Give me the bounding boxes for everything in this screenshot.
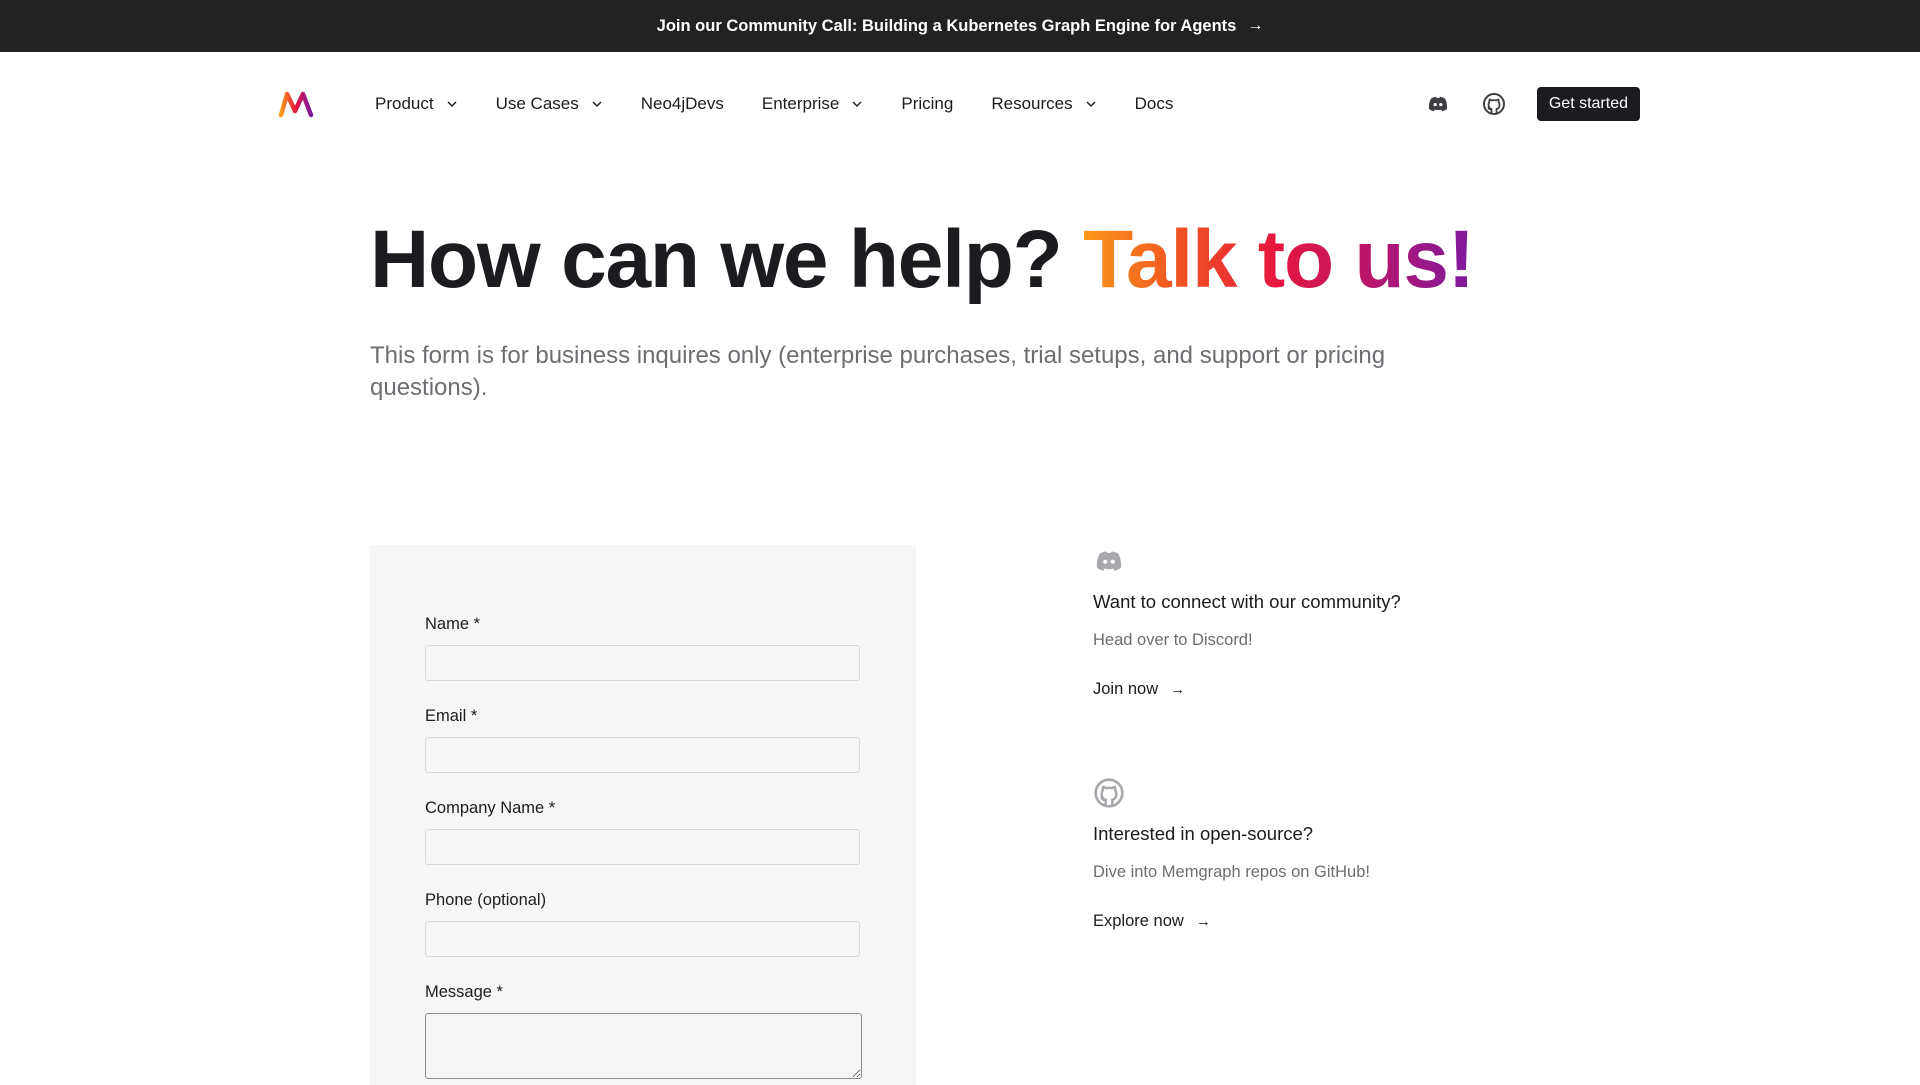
github-icon[interactable] xyxy=(1481,91,1507,117)
chevron-down-icon xyxy=(447,101,457,107)
explore-now-label: Explore now xyxy=(1093,912,1184,930)
message-field[interactable] xyxy=(425,1013,862,1079)
chevron-down-icon xyxy=(592,101,602,107)
discord-icon xyxy=(1093,545,1125,577)
nav-item-label: Pricing xyxy=(901,94,954,113)
nav-item-label: Use Cases xyxy=(495,94,579,113)
message-label: Message * xyxy=(425,983,503,1001)
announcement-banner[interactable]: Join our Community Call: Building a Kube… xyxy=(0,0,1920,52)
community-text: Head over to Discord! xyxy=(1093,631,1253,649)
join-now-label: Join now xyxy=(1093,680,1159,698)
page-subtitle: This form is for business inquires only … xyxy=(370,342,1386,401)
nav-item-label: Neo4jDevs xyxy=(640,94,724,113)
name-field[interactable] xyxy=(425,645,860,681)
contact-form: Name * Email * Company Name * Phone (opt… xyxy=(370,545,916,1085)
community-section: Want to connect with our community? Head… xyxy=(1093,545,1513,699)
nav-item-label: Resources xyxy=(991,94,1073,113)
nav-item-pricing[interactable]: Pricing xyxy=(901,94,953,114)
phone-label: Phone (optional) xyxy=(425,891,547,909)
company-name-field[interactable] xyxy=(425,829,860,865)
arrow-right-icon: → xyxy=(1195,913,1211,930)
nav-item-label: Docs xyxy=(1134,94,1174,113)
nav-item-label: Product xyxy=(375,94,434,113)
community-title: Want to connect with our community? xyxy=(1093,591,1401,612)
main-menu: Product Use Cases Neo4jDevs Enterprise P… xyxy=(375,52,1211,156)
explore-now-link[interactable]: Explore now → xyxy=(1093,912,1211,931)
chevron-down-icon xyxy=(852,101,862,107)
memgraph-logo[interactable] xyxy=(278,89,314,119)
phone-field[interactable] xyxy=(425,921,860,957)
get-started-button[interactable]: Get started xyxy=(1536,87,1640,121)
nav-item-neo4jdevs[interactable]: Neo4jDevs xyxy=(641,94,724,114)
chevron-down-icon xyxy=(1086,101,1096,107)
top-nav: Product Use Cases Neo4jDevs Enterprise P… xyxy=(0,52,1920,156)
nav-item-use-cases[interactable]: Use Cases xyxy=(496,94,603,114)
page-title: How can we help? Talk to us! xyxy=(370,205,1475,315)
nav-item-enterprise[interactable]: Enterprise xyxy=(762,94,863,114)
arrow-right-icon: → xyxy=(1247,17,1264,34)
github-icon xyxy=(1093,777,1125,809)
discord-icon[interactable] xyxy=(1425,91,1451,117)
nav-actions: Get started xyxy=(1425,52,1640,156)
join-now-link[interactable]: Join now → xyxy=(1093,680,1185,699)
nav-item-product[interactable]: Product xyxy=(375,94,458,114)
banner-text: Join our Community Call: Building a Kube… xyxy=(656,16,1237,35)
opensource-text: Dive into Memgraph repos on GitHub! xyxy=(1093,863,1370,881)
company-name-label: Company Name * xyxy=(425,799,556,817)
opensource-title: Interested in open-source? xyxy=(1093,823,1314,844)
nav-item-docs[interactable]: Docs xyxy=(1135,94,1174,114)
page-title-plain: How can we help? xyxy=(370,214,1084,305)
page-title-highlight: Talk to us! xyxy=(1083,214,1475,305)
email-label: Email * xyxy=(425,707,478,725)
nav-item-label: Enterprise xyxy=(761,94,840,113)
email-field[interactable] xyxy=(425,737,860,773)
opensource-section: Interested in open-source? Dive into Mem… xyxy=(1093,777,1513,931)
nav-item-resources[interactable]: Resources xyxy=(991,94,1096,114)
arrow-right-icon: → xyxy=(1170,681,1186,698)
name-label: Name * xyxy=(425,615,481,633)
